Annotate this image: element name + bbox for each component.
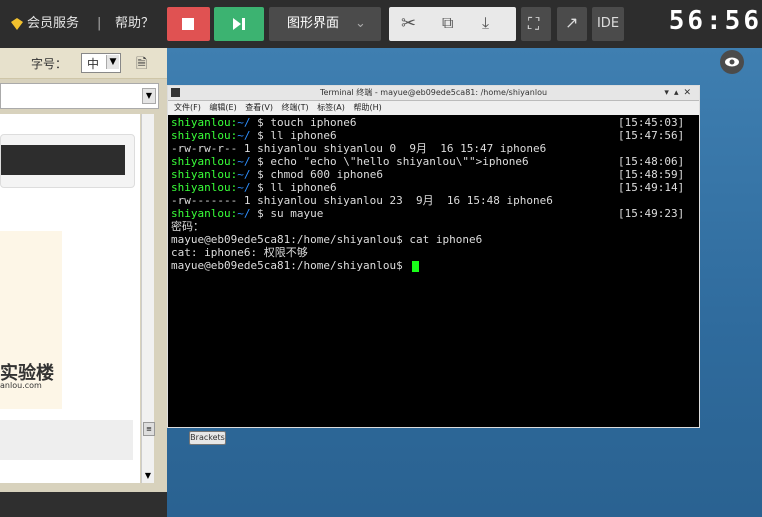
terminal-line: -rw-rw-r-- 1 shiyanlou shiyanlou 0 9月 16… — [171, 142, 547, 155]
logo-card: 实验楼 anlou.com — [0, 231, 62, 409]
scissors-icon[interactable]: ✂ — [401, 13, 416, 34]
divider: | — [97, 16, 102, 31]
terminal-timestamp: [15:48:06] — [618, 155, 685, 168]
font-size-value: 中 — [87, 57, 100, 71]
document-icon[interactable]: 🗎 — [136, 53, 147, 77]
timer: 56:56 — [668, 6, 762, 36]
chevron-down-icon: ▼ — [142, 88, 156, 104]
vip-service-link[interactable]: 会员服务 — [27, 0, 79, 48]
terminal-line: shiyanlou:~/ $ chmod 600 iphone6 — [171, 168, 383, 181]
chevron-down-icon: ⌄ — [355, 16, 366, 31]
scrollbar[interactable]: ≡ ▼ — [141, 114, 155, 483]
desktop-select-label: 图形界面 — [287, 16, 340, 31]
logo-subtext: anlou.com — [0, 381, 42, 390]
terminal-timestamp: [15:47:56] — [618, 129, 685, 142]
terminal-icon — [171, 88, 180, 97]
left-panel: 字号： 中 ▼ 🗎 ▼ 实验楼 anlou.com ≡ ▼ — [0, 48, 167, 493]
scroll-thumb[interactable]: ≡ — [143, 422, 155, 436]
next-icon — [233, 18, 245, 30]
footer-card — [0, 420, 133, 460]
terminal-line: shiyanlou:~/ $ su mayue — [171, 207, 324, 220]
terminal-line: mayue@eb09ede5ca81:/home/shiyanlou$ cat … — [171, 233, 483, 246]
open-external-button[interactable]: ↗ — [557, 7, 587, 41]
menu-help[interactable]: 帮助(H) — [353, 103, 381, 112]
terminal-menubar: 文件(F) 编辑(E) 查看(V) 终端(T) 标签(A) 帮助(H) — [168, 101, 699, 115]
left-panel-toolbar: 字号： 中 ▼ 🗎 — [0, 48, 167, 79]
terminal-timestamp: [15:48:59] — [618, 168, 685, 181]
terminal-line: shiyanlou:~/ $ ll iphone6 — [171, 181, 337, 194]
view-toggle[interactable] — [720, 50, 744, 74]
font-size-select[interactable]: 中 ▼ — [81, 53, 121, 73]
terminal-line: mayue@eb09ede5ca81:/home/shiyanlou$ — [171, 259, 420, 272]
terminal-timestamp: [15:45:03] — [618, 116, 685, 129]
menu-view[interactable]: 查看(V) — [245, 103, 273, 112]
desktop-select[interactable]: 图形界面 ⌄ — [269, 7, 381, 41]
fullscreen-icon: ⛶ — [528, 14, 540, 33]
ide-button[interactable]: IDE — [592, 7, 624, 41]
terminal-titlebar: Terminal 终端 - mayue@eb09ede5ca81: /home/… — [168, 86, 699, 101]
brackets-desktop-icon[interactable]: Brackets — [189, 431, 226, 445]
chevron-down-icon: ▼ — [106, 55, 119, 69]
help-link[interactable]: 帮助？ — [115, 0, 154, 48]
left-panel-footer — [0, 492, 167, 517]
scroll-down-icon[interactable]: ▼ — [143, 471, 153, 481]
course-select[interactable]: ▼ — [0, 83, 159, 109]
terminal-line: cat: iphone6: 权限不够 — [171, 246, 308, 259]
content-area: 实验楼 anlou.com — [0, 114, 140, 483]
terminal-line: shiyanlou:~/ $ ll iphone6 — [171, 129, 337, 142]
terminal-line: 密码： — [171, 220, 204, 233]
input-box — [0, 134, 135, 188]
vip-icon — [10, 0, 24, 48]
stop-icon — [182, 18, 194, 30]
eye-icon — [725, 57, 739, 67]
resume-button[interactable] — [214, 7, 264, 41]
download-icon[interactable]: ⤓ — [482, 13, 489, 33]
stop-button[interactable] — [167, 7, 210, 41]
menu-tabs[interactable]: 标签(A) — [317, 103, 345, 112]
terminal-title: Terminal 终端 - mayue@eb09ede5ca81: /home/… — [319, 88, 548, 97]
terminal-timestamp: [15:49:14] — [618, 181, 685, 194]
top-toolbar: 会员服务 | 帮助？ 图形界面 ⌄ ✂ ⧉ ⤓ ⛶ ↗ IDE 56:56 — [0, 0, 762, 48]
screen-share-icon[interactable]: ⧉ — [442, 13, 453, 33]
terminal-output[interactable]: shiyanlou:~/ $ touch iphone6 [15:45:03] … — [168, 115, 699, 427]
terminal-line: -rw------- 1 shiyanlou shiyanlou 23 9月 1… — [171, 194, 553, 207]
menu-file[interactable]: 文件(F) — [174, 103, 201, 112]
fullscreen-button[interactable]: ⛶ — [521, 7, 551, 41]
terminal-timestamp: [15:49:23] — [618, 207, 685, 220]
tool-group: ✂ ⧉ ⤓ — [389, 7, 516, 41]
external-link-icon: ↗ — [565, 13, 579, 32]
menu-edit[interactable]: 编辑(E) — [209, 103, 236, 112]
font-size-label: 字号： — [31, 57, 68, 71]
window-controls[interactable]: ▾▴✕ — [664, 86, 696, 100]
dark-bar — [1, 145, 125, 175]
menu-terminal[interactable]: 终端(T) — [282, 103, 309, 112]
terminal-cursor — [412, 260, 420, 272]
terminal-line: shiyanlou:~/ $ echo "echo \"hello shiyan… — [171, 155, 529, 168]
terminal-line: shiyanlou:~/ $ touch iphone6 — [171, 116, 357, 129]
terminal-window: Terminal 终端 - mayue@eb09ede5ca81: /home/… — [167, 85, 700, 428]
